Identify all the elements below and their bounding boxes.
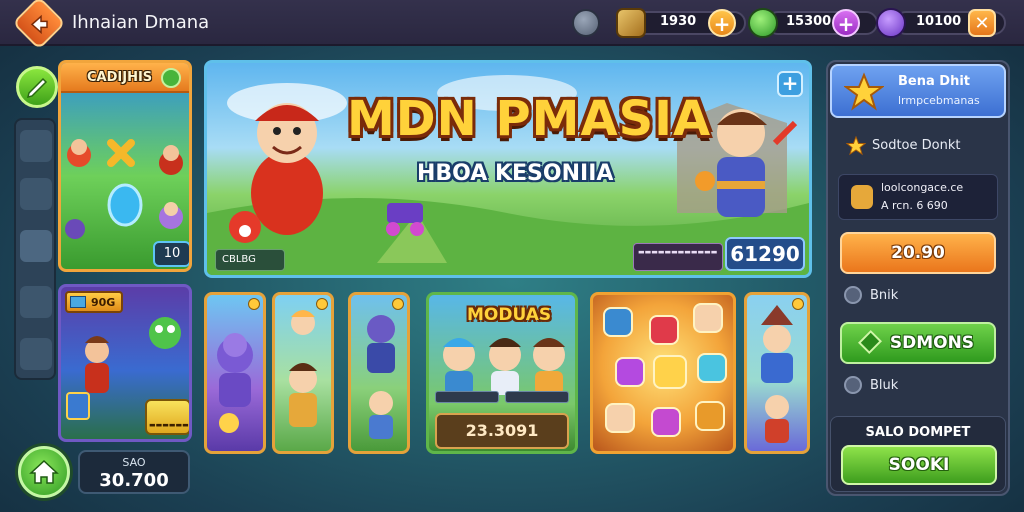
book-icon (70, 296, 86, 308)
character-face-icon (693, 303, 723, 333)
wallet-button[interactable]: SOOKI (841, 445, 997, 485)
tab-wing-icon[interactable] (20, 230, 52, 262)
character-portrait (367, 315, 395, 439)
treasure-map-icon (616, 8, 646, 38)
left-tab-strip (14, 118, 56, 380)
add-gems-button[interactable]: + (832, 9, 860, 37)
magenta-gem-icon (651, 407, 681, 437)
cards-panel[interactable]: CADIJHIS 10 (58, 60, 192, 272)
deck-tag-label: 90G (91, 296, 116, 309)
summons-button-label: SDMONS (889, 333, 975, 353)
coin-icon (316, 298, 328, 310)
cyan-gem-icon (697, 353, 727, 383)
hero-price[interactable]: 61290 (725, 237, 805, 271)
score-box: SAO 30.700 (78, 450, 190, 494)
right-panel-link-1[interactable]: Bnik (870, 288, 898, 303)
deck-panel[interactable]: 90G ▬▬▬▬▬▬ (58, 284, 192, 442)
character-face-icon (605, 403, 635, 433)
close-button[interactable]: ✕ (968, 9, 996, 37)
right-panel-header[interactable]: Bena Dhit lrmpcebmanas (830, 64, 1006, 118)
red-gem-icon (649, 315, 679, 345)
deck-action-label: ▬▬▬▬▬▬ (149, 421, 189, 429)
currency-map: 1930 + (616, 8, 746, 38)
wallet-label: SALO DOMPET (865, 425, 971, 440)
modes-value: 23.3091 (435, 413, 569, 449)
right-panel-link-2[interactable]: Bluk (870, 378, 898, 393)
tab-chest-icon[interactable] (20, 338, 52, 370)
cards-panel-header: CADIJHIS (61, 63, 189, 93)
small-star-icon (846, 136, 866, 156)
back-button[interactable] (12, 0, 66, 50)
info-line-2: A rcn. 6 690 (881, 199, 948, 212)
deck-tag: 90G (65, 291, 123, 313)
score-label: SAO (122, 456, 146, 469)
modes-characters-illustration (443, 338, 565, 395)
character-card[interactable] (272, 292, 334, 454)
currency-value: 15300 (786, 14, 832, 29)
arrow-left-icon (30, 14, 48, 35)
add-map-button[interactable]: + (708, 9, 736, 37)
right-panel: Bena Dhit lrmpcebmanas Sodtoe Donkt lool… (826, 60, 1010, 496)
modes-title: MODUAS (467, 305, 552, 325)
hero-add-button[interactable]: + (777, 71, 803, 97)
green-gem-icon (748, 8, 778, 38)
edit-button[interactable] (16, 66, 58, 108)
tab-sword-icon[interactable] (20, 178, 52, 210)
tab-cards-icon[interactable] (20, 130, 52, 162)
right-panel-subtitle: lrmpcebmanas (898, 94, 980, 107)
tab-key-icon[interactable] (20, 286, 52, 318)
character-portrait (761, 305, 793, 443)
info-line-1: loolcongace.ce (881, 181, 964, 194)
cards-badge-icon (161, 68, 181, 88)
cards-characters-illustration (65, 139, 183, 239)
star-icon (844, 72, 884, 111)
right-panel-title: Bena Dhit (898, 74, 970, 89)
hero-title: MDN PMASIA (347, 91, 712, 147)
gear-icon (844, 376, 862, 394)
summons-button[interactable]: SDMONS (840, 322, 996, 364)
modes-panel[interactable]: MODUAS 23.3091 (426, 292, 578, 454)
hero-banner[interactable]: MDN PMASIA HBOA KESONIIA + CBLBG ▬▬▬▬▬▬▬… (204, 60, 812, 278)
purple-gem-icon (615, 357, 645, 387)
app-title: Ihnaian Dmana (72, 12, 210, 33)
gems-panel[interactable] (590, 292, 736, 454)
deck-action-button[interactable]: ▬▬▬▬▬▬ (145, 399, 189, 435)
orange-gem-icon (695, 401, 725, 431)
currency-gems: 15300 + (748, 8, 878, 38)
settings-icon (844, 286, 862, 304)
home-button[interactable] (18, 446, 70, 498)
top-bar: Ihnaian Dmana 1930 + 15300 + 10100 ✕ (0, 0, 1024, 50)
character-card[interactable] (204, 292, 266, 454)
coin-icon (248, 298, 260, 310)
info-box: loolcongace.ce A rcn. 6 690 (838, 174, 998, 220)
score-value: 30.700 (99, 470, 169, 491)
home-icon (29, 459, 59, 484)
character-card[interactable] (744, 292, 810, 454)
currency-potion: 10100 ✕ (876, 8, 1006, 38)
purple-potion-icon (876, 8, 906, 38)
hero-chip: CBLBG (215, 249, 285, 271)
cards-panel-title: CADIJHIS (87, 70, 153, 85)
hero-subtitle: HBOA KESONIIA (417, 161, 614, 186)
shield-icon (857, 329, 882, 355)
coin-icon (392, 298, 404, 310)
pencil-icon (26, 77, 48, 99)
character-portrait (217, 333, 253, 433)
wallet-footer: SALO DOMPET SOOKI (830, 416, 1006, 492)
blue-gem-icon (603, 307, 633, 337)
right-panel-row-title: Sodtoe Donkt (872, 138, 961, 153)
currency-value: 10100 (916, 14, 962, 29)
price-button[interactable]: 20.90 (840, 232, 996, 274)
coin-icon (792, 298, 804, 310)
gold-gem-icon (653, 355, 687, 389)
mode-chip (435, 391, 499, 403)
cards-count: 10 (153, 241, 189, 267)
character-portrait (289, 310, 317, 427)
hero-info-chip: ▬▬▬▬▬▬▬▬▬▬▬▬ (633, 243, 723, 271)
character-card[interactable] (348, 292, 410, 454)
currency-value: 1930 (660, 14, 697, 29)
location-pin-icon[interactable] (572, 9, 600, 37)
mode-chip (505, 391, 569, 403)
coins-icon (851, 185, 873, 209)
